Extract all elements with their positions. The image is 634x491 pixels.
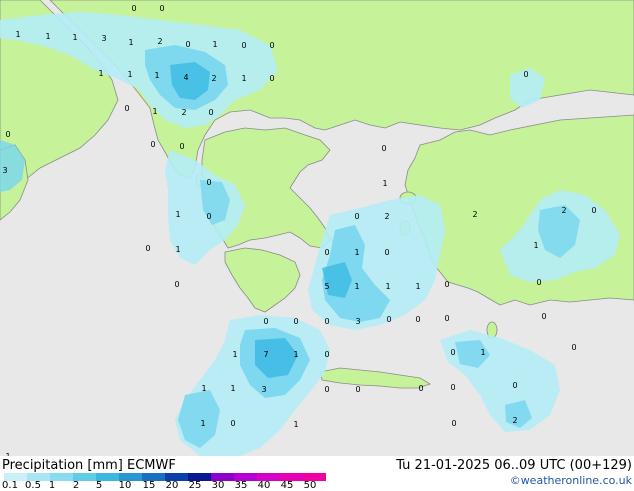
precip-value-label: 0 [418,384,423,393]
precip-value-label: 0 [208,108,213,117]
precip-value-label: 1 [354,282,359,291]
precip-value-label: 4 [183,73,188,82]
precip-value-label: 1 [382,179,387,188]
precip-value-label: 1 [127,70,132,79]
precip-value-label: 1 [45,32,50,41]
precip-value-label: 1 [15,30,20,39]
precip-value-label: 0 [324,248,329,257]
map-title: Precipitation [mm] ECMWF [2,458,176,473]
precip-value-label: 1 [241,74,246,83]
precip-value-label: 0 [131,4,136,13]
precip-value-label: 0 [179,142,184,151]
precip-value-label: 0 [159,4,164,13]
precip-value-label: 2 [181,108,186,117]
precip-value-label: 1 [354,248,359,257]
map-root: 1 1 1 3 1 2 0 1 0 0 1 1 1 4 2 1 0 0 0 1 2 0 0 0 0 3 0 0 1 1 0 0 2 2 2 0 0 1 0 1… [0,0,634,491]
precip-value-label: 2 [157,37,162,46]
precip-value-label: 0 [451,419,456,428]
precip-value-label: 0 [263,317,268,326]
precip-value-label: 0 [124,104,129,113]
precip-value-label: 0 [324,350,329,359]
precip-value-label: 1 [293,350,298,359]
precip-value-label: 0 [415,315,420,324]
precip-value-label: 1 [175,210,180,219]
precip-value-label: 0 [523,70,528,79]
precip-value-label: 0 [324,385,329,394]
precip-value-label: 1 [201,384,206,393]
precip-value-label: 2 [384,212,389,221]
precip-value-label: 0 [269,41,274,50]
precip-value-label: 2 [211,74,216,83]
forecast-datetime: Tu 21-01-2025 06..09 UTC (00+129) [396,458,632,473]
precip-value-label: 0 [355,385,360,394]
precip-value-label: 2 [561,206,566,215]
precip-value-label: 1 [154,71,159,80]
precip-value-label: 0 [444,280,449,289]
precip-value-label: 1 [212,40,217,49]
precip-value-label: 1 [385,282,390,291]
precip-value-label: 0 [536,278,541,287]
precip-value-label: 0 [571,343,576,352]
precip-value-label: 0 [293,317,298,326]
precip-value-label: 0 [384,248,389,257]
precip-value-label: 0 [450,348,455,357]
precip-value-label: 1 [293,420,298,429]
precip-value-label: 0 [150,140,155,149]
precip-value-label: 1 [175,245,180,254]
precip-value-label: 1 [230,384,235,393]
precip-value-label: 1 [480,348,485,357]
precip-value-label: 1 [200,419,205,428]
precip-value-label: 0 [512,381,517,390]
precip-value-label: 0 [541,312,546,321]
precip-value-label: 0 [145,244,150,253]
precip-value-label: 3 [355,317,360,326]
precip-value-label: 0 [381,144,386,153]
precip-value-label: 1 [128,38,133,47]
precip-value-label: 0 [241,41,246,50]
precip-value-label: 1 [98,69,103,78]
precip-value-label: 0 [206,178,211,187]
precip-value-label: 0 [5,130,10,139]
precip-value-label: 3 [101,34,106,43]
precip-value-label: 0 [450,383,455,392]
precip-value-label: 0 [444,314,449,323]
credit-link[interactable]: ©weatheronline.co.uk [510,474,632,487]
precip-value-label: 1 [533,241,538,250]
precipitation-map: 1 1 1 3 1 2 0 1 0 0 1 1 1 4 2 1 0 0 0 1 2 0 0 0 0 3 0 0 1 1 0 0 2 2 2 0 0 1 0 1… [0,0,634,456]
precip-value-label: 0 [174,280,179,289]
precip-value-label: 1 [232,350,237,359]
precip-value-label: 0 [591,206,596,215]
precip-value-label: 5 [324,282,329,291]
legend-tick-labels: 0.1 0.5 1 2 5 10 15 20 25 30 35 40 45 50 [0,481,330,491]
precip-value-label: 0 [324,317,329,326]
precip-value-label: 0 [354,212,359,221]
precip-value-label: 7 [263,350,268,359]
precip-value-label: 0 [230,419,235,428]
precip-value-label: 2 [472,210,477,219]
precip-value-label: 0 [269,74,274,83]
precip-value-label: 1 [72,33,77,42]
precip-value-label: 1 [152,107,157,116]
precip-value-label: 3 [261,385,266,394]
precip-value-label: 2 [512,416,517,425]
precip-value-label: 3 [2,166,7,175]
precip-value-label: 0 [206,212,211,221]
precip-value-label: 0 [386,315,391,324]
precip-value-label: 0 [185,40,190,49]
precip-value-label: 1 [415,282,420,291]
